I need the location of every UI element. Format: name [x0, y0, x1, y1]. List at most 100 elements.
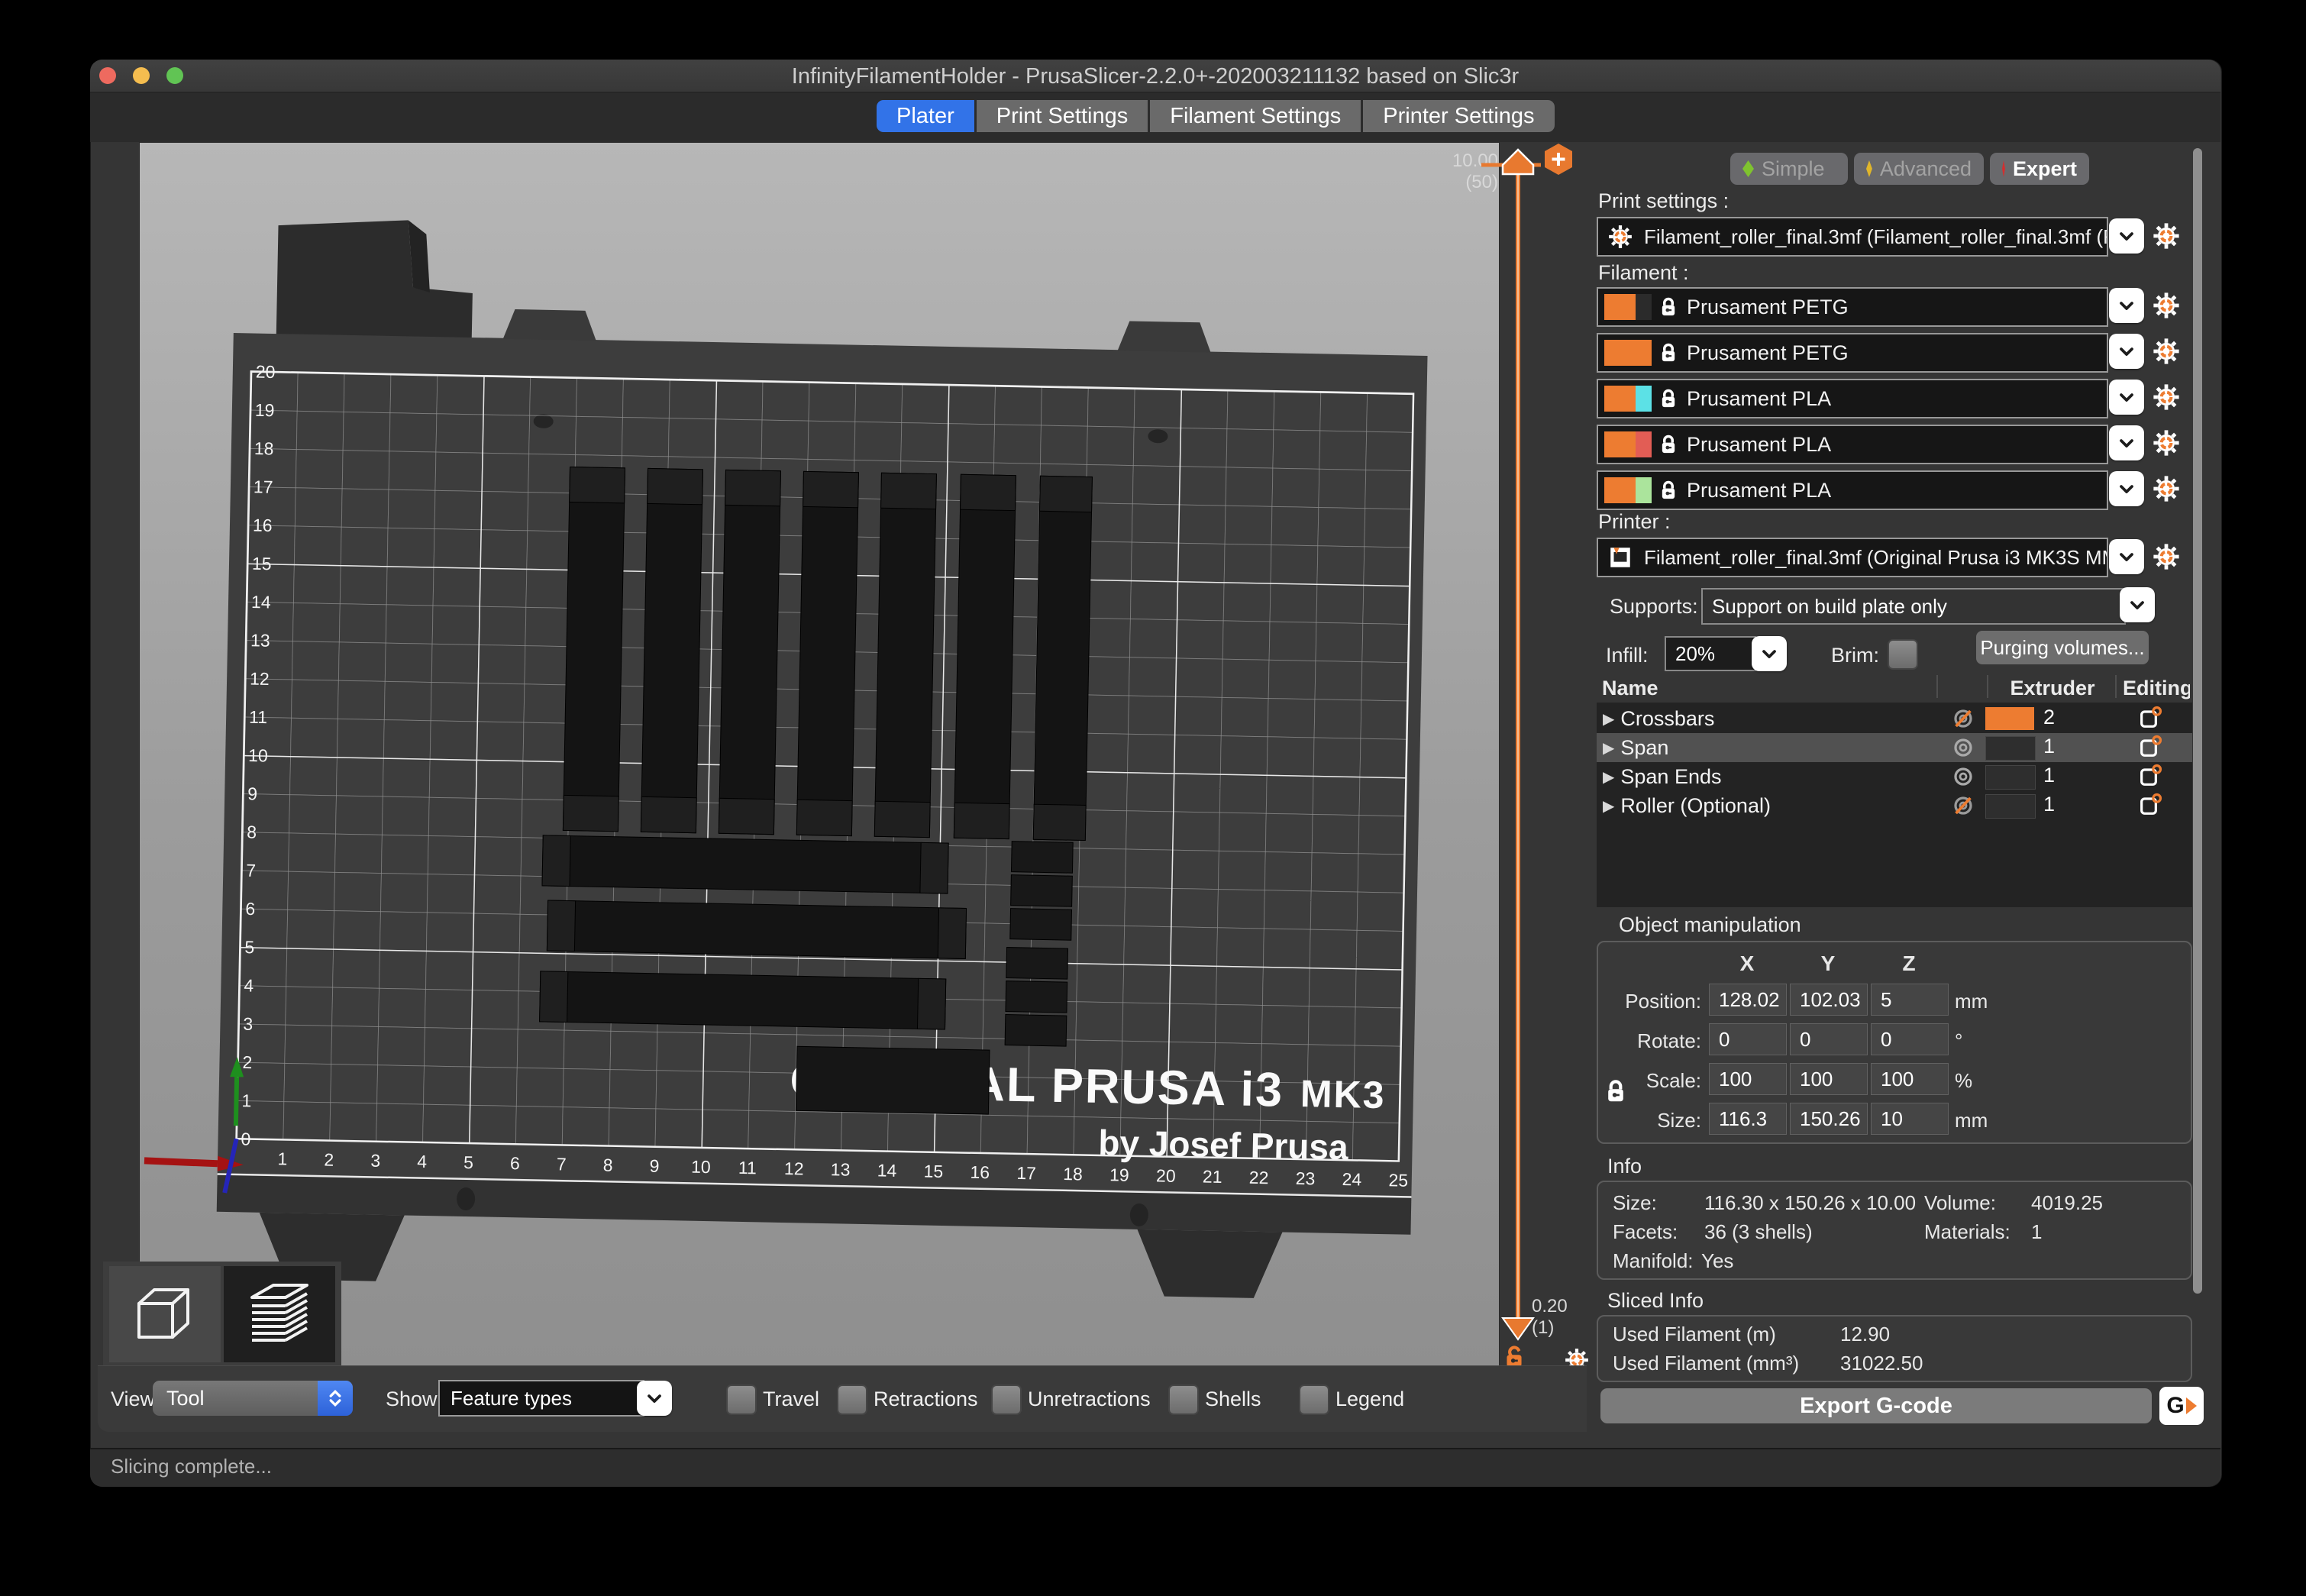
extruder-color-swatch[interactable]	[1985, 765, 2036, 790]
mode-expert-button[interactable]: Expert	[1990, 153, 2089, 185]
filament-dropdown-button-3[interactable]	[2109, 380, 2144, 415]
filament-select-4[interactable]: Prusament PLA	[1597, 425, 2108, 464]
object-row-span-ends[interactable]: ▶ Span Ends	[1597, 762, 2192, 791]
slider-bottom-layer: (1)	[1532, 1317, 1554, 1338]
object-row-span[interactable]: ▶ Span	[1597, 733, 2192, 762]
x-tick: 20	[1156, 1165, 1176, 1185]
x-tick: 16	[970, 1162, 990, 1182]
add-color-change-button[interactable]	[1545, 144, 1572, 175]
legend-checkbox[interactable]	[1299, 1384, 1329, 1415]
position-y-field[interactable]: 102.03	[1790, 984, 1868, 1016]
size-y-field[interactable]: 150.26	[1790, 1103, 1868, 1135]
position-x-field[interactable]: 128.02	[1709, 984, 1787, 1016]
filament-select-5[interactable]: Prusament PLA	[1597, 470, 2108, 510]
slider-top-handle[interactable]	[1503, 150, 1533, 174]
expander-icon[interactable]: ▶	[1603, 738, 1614, 758]
object-spans[interactable]	[540, 835, 968, 1030]
edit-object-icon[interactable]	[2138, 706, 2162, 730]
filament-gear-button-3[interactable]	[2152, 383, 2181, 412]
mode-advanced-button[interactable]: Advanced	[1854, 153, 1984, 185]
view-preview-button[interactable]	[224, 1266, 335, 1362]
scale-y-field[interactable]: 100	[1790, 1063, 1868, 1095]
extruder-color-swatch[interactable]	[1985, 736, 2036, 761]
filament-select-2[interactable]: Prusament PETG	[1597, 333, 2108, 373]
filament-gear-button-5[interactable]	[2152, 474, 2181, 503]
unretractions-checkbox[interactable]	[991, 1384, 1022, 1415]
extruder-color-swatch[interactable]	[1985, 794, 2036, 819]
edit-object-icon[interactable]	[2138, 793, 2162, 817]
tab-printer-settings[interactable]: Printer Settings	[1363, 100, 1554, 132]
print-settings-select[interactable]: Filament_roller_final.3mf (Filament_roll…	[1597, 217, 2108, 257]
eye-icon[interactable]	[1952, 765, 1975, 788]
position-z-field[interactable]: 5	[1871, 984, 1949, 1016]
eye-off-icon[interactable]	[1952, 794, 1975, 817]
infill-field[interactable]: 20%	[1665, 636, 1756, 671]
supports-select[interactable]: Support on build plate only	[1701, 588, 2126, 625]
view-select[interactable]: Tool	[153, 1381, 353, 1416]
edit-object-icon[interactable]	[2138, 735, 2162, 759]
print-settings-dropdown-button[interactable]	[2109, 218, 2144, 254]
supports-dropdown-button[interactable]	[2120, 587, 2155, 622]
layer-slider[interactable]: 10.00 (50) 0.20 (1)	[1451, 142, 1604, 1379]
filament-dropdown-button-2[interactable]	[2109, 334, 2144, 369]
x-tick: 12	[784, 1158, 804, 1178]
sidebar-scrollbar[interactable]	[2193, 148, 2202, 1294]
size-label: Size:	[1600, 1109, 1701, 1132]
filament-dropdown-button-4[interactable]	[2109, 425, 2144, 460]
scale-x-field[interactable]: 100	[1709, 1063, 1787, 1095]
tab-filament-settings[interactable]: Filament Settings	[1150, 100, 1361, 132]
travel-checkbox[interactable]	[726, 1384, 757, 1415]
printer-gear-button[interactable]	[2152, 542, 2181, 571]
export-gcode-button[interactable]: Export G-code	[1600, 1388, 2152, 1423]
object-row-roller[interactable]: ▶ Roller (Optional)	[1597, 791, 2192, 820]
filament-gear-button-1[interactable]	[2152, 291, 2181, 320]
shells-checkbox[interactable]	[1168, 1384, 1199, 1415]
size-z-field[interactable]: 10	[1871, 1103, 1949, 1135]
tab-print-settings[interactable]: Print Settings	[977, 100, 1148, 132]
x-tick: 9	[649, 1156, 659, 1176]
brim-checkbox[interactable]	[1888, 639, 1918, 670]
retractions-checkbox[interactable]	[837, 1384, 867, 1415]
filament-gear-button-4[interactable]	[2152, 428, 2181, 457]
uniform-scale-lock-icon[interactable]	[1605, 1078, 1626, 1104]
filament-select-3[interactable]: Prusament PLA	[1597, 379, 2108, 418]
extruder-number: 1	[2043, 793, 2055, 816]
tab-plater[interactable]: Plater	[877, 100, 974, 132]
filament-name: Prusament PETG	[1687, 296, 1849, 319]
expander-icon[interactable]: ▶	[1603, 796, 1614, 816]
scale-z-field[interactable]: 100	[1871, 1063, 1949, 1095]
gcode-icon-button[interactable]: G	[2159, 1387, 2204, 1425]
show-dropdown-button[interactable]	[637, 1381, 672, 1416]
eye-icon[interactable]	[1952, 736, 1975, 759]
rotate-x-field[interactable]: 0	[1709, 1023, 1787, 1055]
print-settings-gear-button[interactable]	[2152, 221, 2181, 250]
expander-icon[interactable]: ▶	[1603, 767, 1614, 787]
filament-dropdown-button-5[interactable]	[2109, 471, 2144, 506]
extruder-color-swatch[interactable]	[1985, 707, 2034, 730]
slider-bottom-handle[interactable]	[1503, 1318, 1533, 1339]
infill-dropdown-button[interactable]	[1752, 636, 1787, 671]
purging-volumes-button[interactable]: Purging volumes...	[1976, 631, 2149, 664]
view-3d-button[interactable]	[109, 1266, 221, 1362]
object-row-crossbars[interactable]: ▶ Crossbars	[1597, 704, 2192, 733]
view-mode-panel	[103, 1262, 341, 1367]
printer-dropdown-button[interactable]	[2109, 539, 2144, 574]
slider-lock-icon[interactable]	[1507, 1346, 1521, 1367]
expander-icon[interactable]: ▶	[1603, 709, 1614, 729]
size-x-field[interactable]: 116.3	[1709, 1103, 1787, 1135]
filament-select-1[interactable]: Prusament PETG	[1597, 287, 2108, 327]
filament-gear-button-2[interactable]	[2152, 337, 2181, 366]
chevron-down-icon	[2116, 478, 2137, 499]
mode-simple-button[interactable]: Simple	[1730, 153, 1848, 185]
rotate-z-field[interactable]: 0	[1871, 1023, 1949, 1055]
rotate-y-field[interactable]: 0	[1790, 1023, 1868, 1055]
printer-select[interactable]: Filament_roller_final.3mf (Original Prus…	[1597, 538, 2108, 577]
eye-off-icon[interactable]	[1952, 707, 1975, 730]
edit-object-icon[interactable]	[2138, 764, 2162, 788]
position-unit: mm	[1955, 990, 1988, 1013]
x-tick: 24	[1342, 1169, 1361, 1189]
3d-viewport[interactable]: 20191817161514131211109876543210 1234567…	[139, 142, 1500, 1368]
filament-dropdown-button-1[interactable]	[2109, 288, 2144, 323]
show-select[interactable]: Feature types	[438, 1380, 644, 1417]
rotate-label: Rotate:	[1600, 1029, 1701, 1053]
